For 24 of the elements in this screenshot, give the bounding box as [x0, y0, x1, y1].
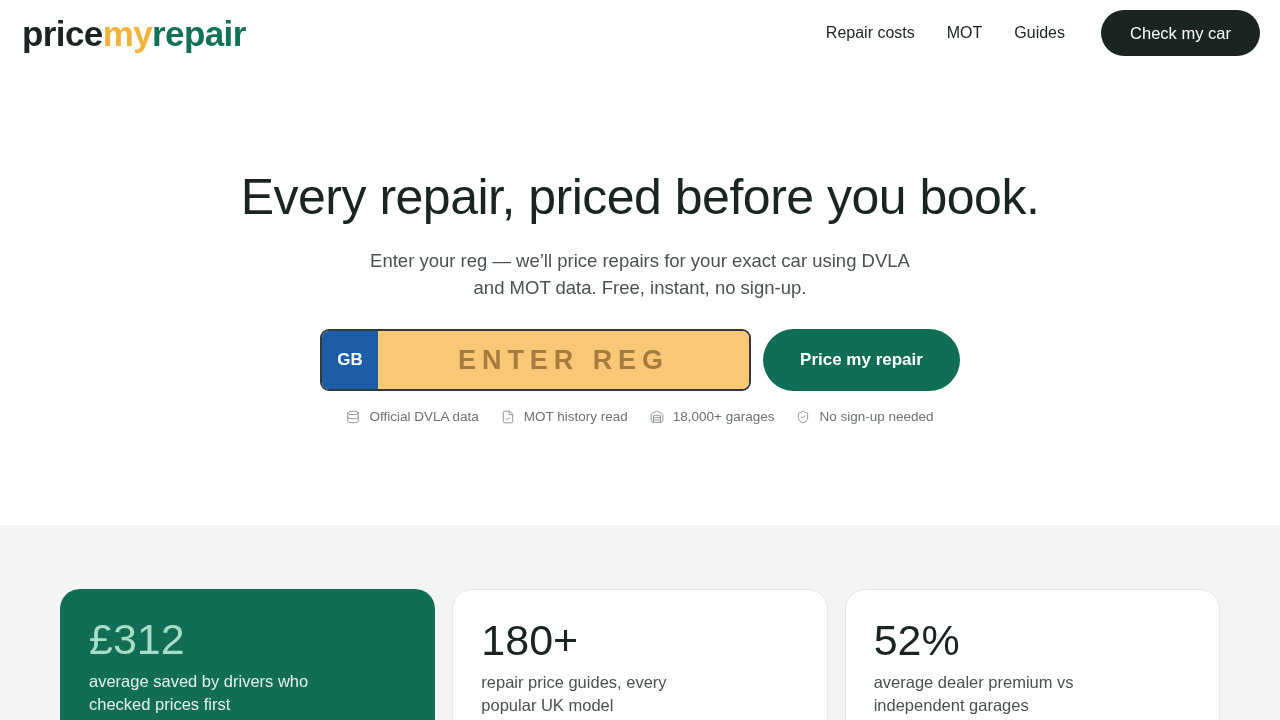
price-my-repair-button[interactable]: Price my repair — [763, 329, 960, 391]
garage-icon — [649, 410, 664, 425]
stat-description: average dealer premium vs independent garages — [873, 672, 1075, 716]
hero-title: Every repair, priced before you book. — [240, 168, 1040, 227]
database-icon — [346, 410, 361, 425]
nav-link[interactable]: Repair costs — [825, 21, 915, 45]
stat-value: 52% — [873, 615, 961, 666]
stat-description: average saved by drivers who checked prices first — [89, 671, 310, 715]
shield-check-icon — [796, 410, 811, 425]
logo[interactable]: pricemyrepair — [22, 15, 246, 51]
check-my-car-button[interactable]: Check my car — [1101, 10, 1260, 56]
stat-value: 180+ — [481, 615, 580, 666]
trust-point-label: MOT history read — [523, 408, 628, 426]
document-check-icon — [500, 410, 515, 425]
stat-description: repair price guides, every popular UK model — [481, 672, 668, 716]
trust-point-label: No sign-up needed — [819, 408, 934, 426]
trust-point-label: Official DVLA data — [369, 408, 479, 426]
nav-link[interactable]: Guides — [1014, 21, 1065, 45]
registration-input[interactable]: ENTER REG — [378, 331, 749, 389]
nav-link[interactable]: MOT — [946, 21, 983, 45]
stat-value: £312 — [89, 614, 186, 665]
country-code: GB — [322, 331, 378, 389]
trust-point-label: 18,000+ garages — [672, 408, 775, 426]
hero-subtitle: Enter your reg — we’ll price repairs for your exact car using DVLA and MOT data. Free, instant, no sign-up. — [369, 249, 911, 300]
